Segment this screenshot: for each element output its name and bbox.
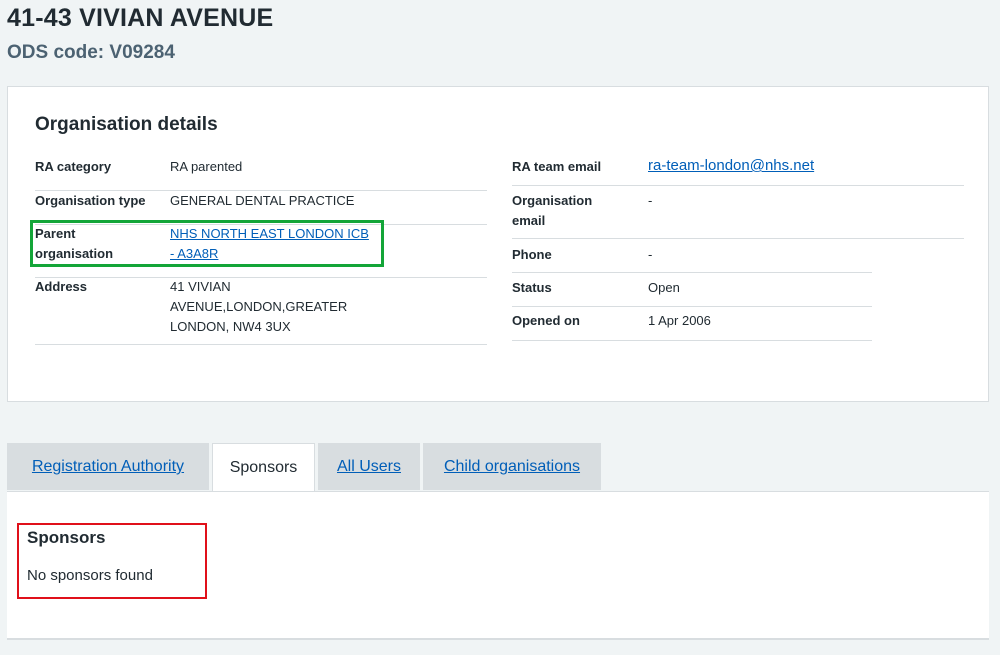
phone-value: - xyxy=(648,247,653,262)
tab-all-users-link[interactable]: All Users xyxy=(337,458,401,475)
parent-organisation-label: Parent organisation xyxy=(35,226,114,261)
row-phone: Phone - xyxy=(512,239,872,273)
sponsors-heading: Sponsors xyxy=(27,528,106,547)
organisation-type-value: GENERAL DENTAL PRACTICE xyxy=(170,193,355,208)
page-title: 41-43 VIVIAN AVENUE xyxy=(7,4,274,32)
row-status: Status Open xyxy=(512,273,872,307)
opened-on-value: 1 Apr 2006 xyxy=(648,313,711,328)
address-value: 41 VIVIAN AVENUE,LONDON,GREATER LONDON, … xyxy=(170,279,348,334)
sponsors-panel: Sponsors No sponsors found xyxy=(7,491,989,640)
ra-category-label: RA category xyxy=(35,159,112,174)
address-label: Address xyxy=(35,279,88,294)
phone-label: Phone xyxy=(512,247,552,262)
tab-registration-authority[interactable]: Registration Authority xyxy=(7,443,209,490)
row-address: Address 41 VIVIAN AVENUE,LONDON,GREATER … xyxy=(35,278,487,345)
tab-sponsors[interactable]: Sponsors xyxy=(212,443,315,492)
opened-on-label: Opened on xyxy=(512,313,580,328)
row-opened-on: Opened on 1 Apr 2006 xyxy=(512,307,872,341)
ra-category-value: RA parented xyxy=(170,159,243,174)
organisation-details-card: Organisation details RA category RA pare… xyxy=(7,86,989,402)
ods-code: ODS code: V09284 xyxy=(7,42,175,63)
tab-child-organisations-link[interactable]: Child organisations xyxy=(444,458,580,475)
organisation-email-label: Organisation email xyxy=(512,193,593,228)
organisation-email-value: - xyxy=(648,193,653,208)
tab-registration-authority-link[interactable]: Registration Authority xyxy=(32,458,184,475)
no-sponsors-message: No sponsors found xyxy=(27,567,153,584)
ra-team-email-label: RA team email xyxy=(512,159,602,174)
row-organisation-email: Organisation email - xyxy=(512,186,964,239)
details-heading: Organisation details xyxy=(35,114,218,135)
tab-sponsors-label: Sponsors xyxy=(229,459,298,476)
status-label: Status xyxy=(512,280,552,295)
row-organisation-type: Organisation type GENERAL DENTAL PRACTIC… xyxy=(35,191,487,225)
status-value: Open xyxy=(648,280,680,295)
row-ra-team-email: RA team email ra-team-london@nhs.net xyxy=(512,157,964,186)
parent-organisation-link[interactable]: NHS NORTH EAST LONDON ICB - A3A8R xyxy=(170,224,375,264)
tab-child-organisations[interactable]: Child organisations xyxy=(423,443,601,490)
row-parent-organisation: Parent organisation NHS NORTH EAST LONDO… xyxy=(35,225,487,278)
tab-all-users[interactable]: All Users xyxy=(318,443,420,490)
row-ra-category: RA category RA parented xyxy=(35,157,487,191)
ra-team-email-link[interactable]: ra-team-london@nhs.net xyxy=(648,156,948,176)
organisation-type-label: Organisation type xyxy=(35,193,146,208)
